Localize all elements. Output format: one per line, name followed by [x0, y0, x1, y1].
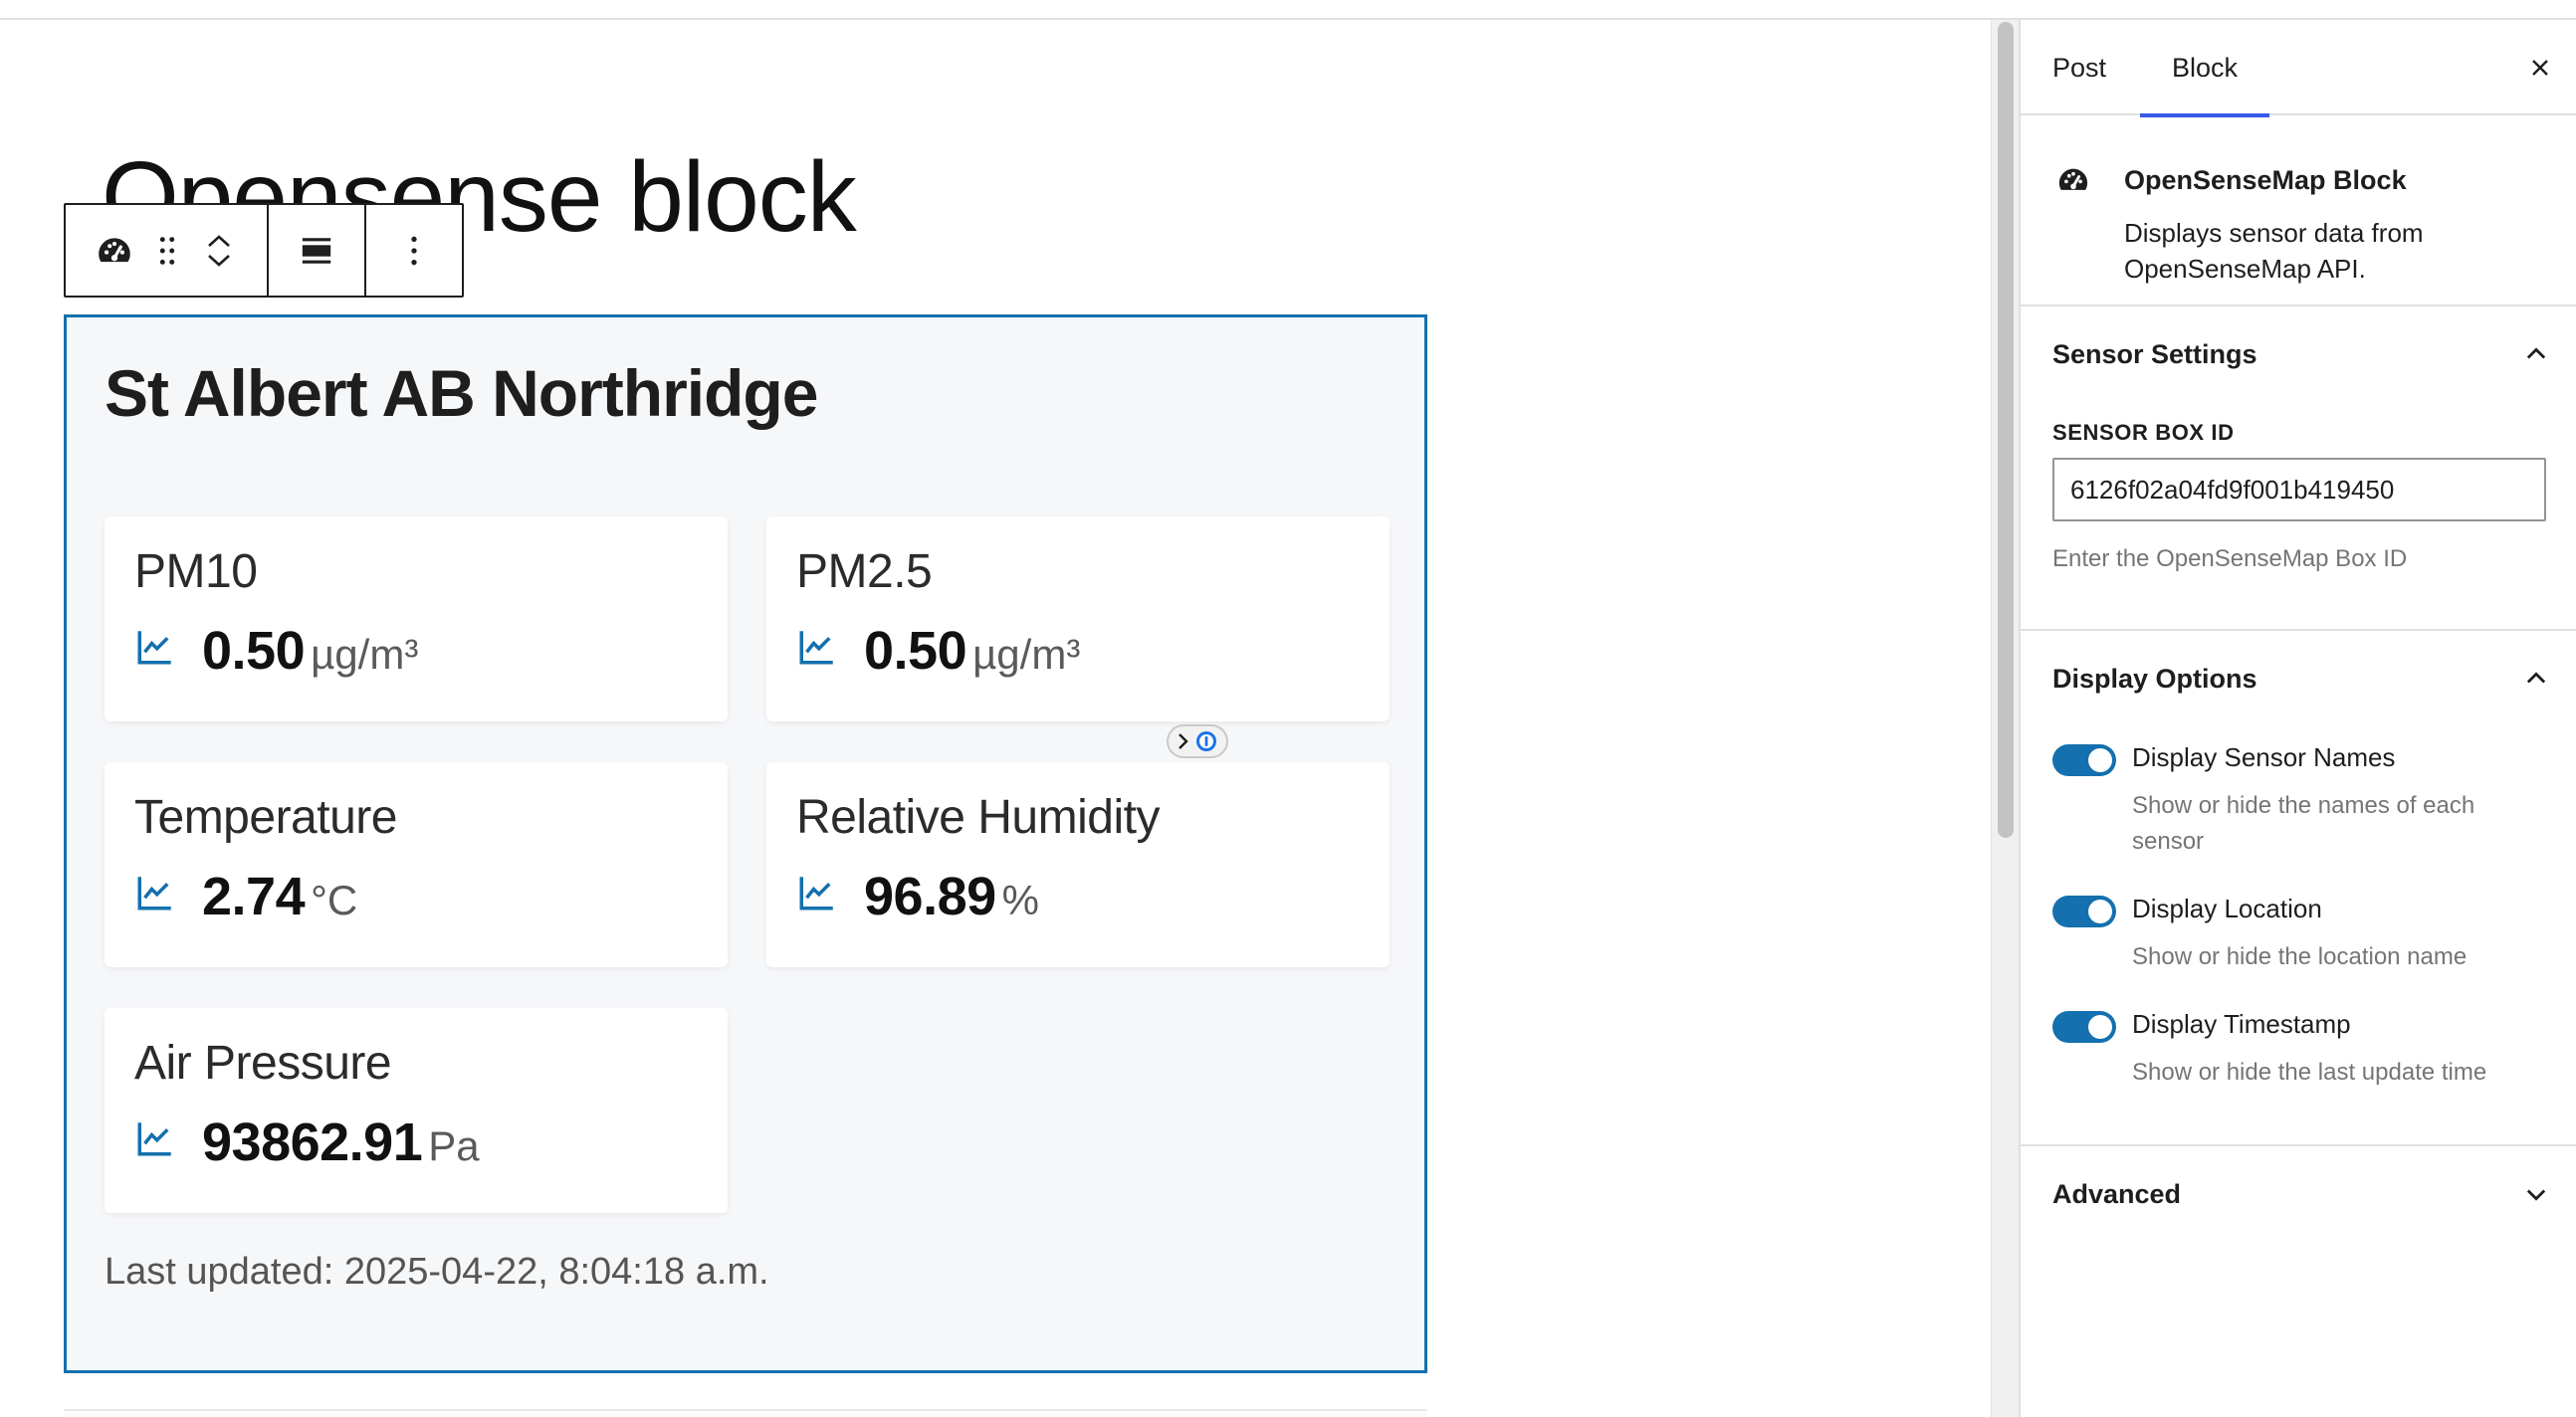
close-icon: [2532, 60, 2548, 76]
toggle-help: Show or hide the names of each sensor: [2132, 792, 2475, 855]
sensor-box-id-help: Enter the OpenSenseMap Box ID: [2052, 545, 2408, 572]
sensor-card-pm25: PM2.5 0.50 µg/m³: [766, 516, 1390, 721]
block-card-description: Displays sensor data from OpenSenseMap A…: [2124, 218, 2424, 284]
chart-line-icon: [799, 631, 833, 665]
editor-scrollbar[interactable]: [1991, 20, 2019, 1417]
display-options-panel: Display Options Display Sensor Names Sho…: [2021, 631, 2576, 1146]
drag-handle[interactable]: [145, 205, 189, 296]
panel-title: Advanced: [2052, 1178, 2182, 1209]
toggle-help: Show or hide the last update time: [2132, 1059, 2487, 1086]
sensor-name: Air Pressure: [134, 1037, 392, 1090]
toggle-label: Display Location: [2132, 894, 2322, 923]
toolbar-block-group: [66, 205, 269, 296]
tab-post[interactable]: Post: [2052, 20, 2114, 115]
password-manager-badge[interactable]: [1167, 724, 1228, 758]
sensor-reading: 0.50 µg/m³: [202, 620, 418, 682]
close-sidebar-button[interactable]: [2518, 46, 2562, 90]
password-manager-icon: [1196, 731, 1216, 751]
sensor-value: 2.74: [202, 867, 306, 926]
sensor-value: 0.50: [202, 621, 306, 681]
display-timestamp-switch[interactable]: [2052, 1011, 2116, 1043]
drag-handle-icon: [159, 236, 175, 265]
switch-knob: [2088, 748, 2112, 772]
sensor-value: 93862.91: [202, 1113, 423, 1172]
chart-line-icon: [137, 1122, 171, 1156]
top-divider: [0, 0, 2576, 20]
switch-knob: [2088, 1015, 2112, 1039]
last-updated: Last updated: 2025-04-22, 8:04:18 a.m.: [105, 1251, 769, 1293]
sensor-name: Temperature: [134, 791, 397, 844]
toolbar-options-group: [366, 205, 462, 296]
panel-title: Sensor Settings: [2052, 338, 2257, 369]
sensor-reading: 93862.91 Pa: [202, 1112, 480, 1173]
block-card-title: OpenSenseMap Block: [2124, 165, 2407, 195]
chart-line-icon: [137, 631, 171, 665]
align-full-icon: [302, 237, 331, 264]
gauge-icon: [99, 237, 130, 262]
more-vertical-icon: [411, 236, 417, 265]
panel-title: Display Options: [2052, 663, 2257, 694]
sensor-box-id-input[interactable]: [2052, 458, 2546, 521]
block-type-button[interactable]: [84, 205, 145, 296]
sidebar-tabs: Post Block: [2021, 20, 2576, 117]
tab-block[interactable]: Block: [2140, 20, 2269, 117]
block-toolbar: [64, 203, 464, 298]
block-card: OpenSenseMap Block Displays sensor data …: [2021, 115, 2576, 306]
chevron-up-icon[interactable]: [206, 233, 232, 249]
chart-line-icon: [799, 877, 833, 911]
chevron-down-icon[interactable]: [206, 253, 232, 269]
sensor-unit: Pa: [428, 1122, 480, 1169]
sensor-card-humidity: Relative Humidity 96.89%: [766, 762, 1390, 967]
display-sensor-names-switch[interactable]: [2052, 744, 2116, 776]
next-block: [64, 1409, 1427, 1417]
toggle-help: Show or hide the location name: [2132, 943, 2468, 970]
advanced-panel: Advanced: [2021, 1146, 2576, 1242]
sensor-unit: µg/m³: [972, 631, 1081, 678]
chevron-right-icon: [1179, 733, 1188, 749]
toggle-label: Display Timestamp: [2132, 1009, 2351, 1039]
chevron-up-icon: [2526, 672, 2546, 684]
sensor-box-id-label: SENSOR BOX ID: [2052, 420, 2235, 445]
sensor-settings-toggle[interactable]: Sensor Settings: [2052, 306, 2550, 402]
sensor-unit: °C: [311, 877, 358, 923]
location-name: St Albert AB Northridge: [105, 356, 818, 430]
display-location-switch[interactable]: [2052, 896, 2116, 927]
opensensemap-block[interactable]: St Albert AB Northridge PM10 0.50 µg/m³ P…: [64, 314, 1427, 1373]
sensor-reading: 2.74 °C: [202, 866, 357, 927]
toggle-label: Display Sensor Names: [2132, 742, 2396, 772]
sensor-unit: µg/m³: [311, 631, 419, 678]
sensor-name: PM10: [134, 545, 258, 598]
chevron-up-icon: [2526, 347, 2546, 359]
sensor-value: 0.50: [864, 621, 967, 681]
sensor-settings-panel: Sensor Settings SENSOR BOX ID Enter the …: [2021, 306, 2576, 631]
chevron-down-icon: [2526, 1189, 2546, 1201]
sensor-card-pm10: PM10 0.50 µg/m³: [105, 516, 728, 721]
more-options-button[interactable]: [366, 205, 462, 296]
sensor-reading: 0.50 µg/m³: [864, 620, 1080, 682]
gauge-icon: [2058, 168, 2088, 190]
sensor-reading: 96.89%: [864, 866, 1039, 927]
toolbar-align-group: [269, 205, 366, 296]
advanced-toggle[interactable]: Advanced: [2052, 1146, 2550, 1242]
editor-canvas: Opensense block St Albert AB Northridge …: [0, 20, 1991, 1417]
align-button[interactable]: [269, 205, 364, 296]
sensor-name: Relative Humidity: [796, 791, 1160, 844]
scrollbar-thumb[interactable]: [1998, 22, 2014, 838]
sensor-card-air-pressure: Air Pressure 93862.91 Pa: [105, 1008, 728, 1213]
display-options-toggle[interactable]: Display Options: [2052, 631, 2550, 726]
block-movers: [189, 205, 249, 296]
sensor-name: PM2.5: [796, 545, 933, 598]
settings-sidebar: Post Block OpenSenseMap Block Displays s…: [2019, 20, 2576, 1417]
chart-line-icon: [137, 877, 171, 911]
sensor-unit: %: [1001, 877, 1039, 923]
sensor-value: 96.89: [864, 867, 996, 926]
sensor-card-temperature: Temperature 2.74 °C: [105, 762, 728, 967]
switch-knob: [2088, 900, 2112, 923]
